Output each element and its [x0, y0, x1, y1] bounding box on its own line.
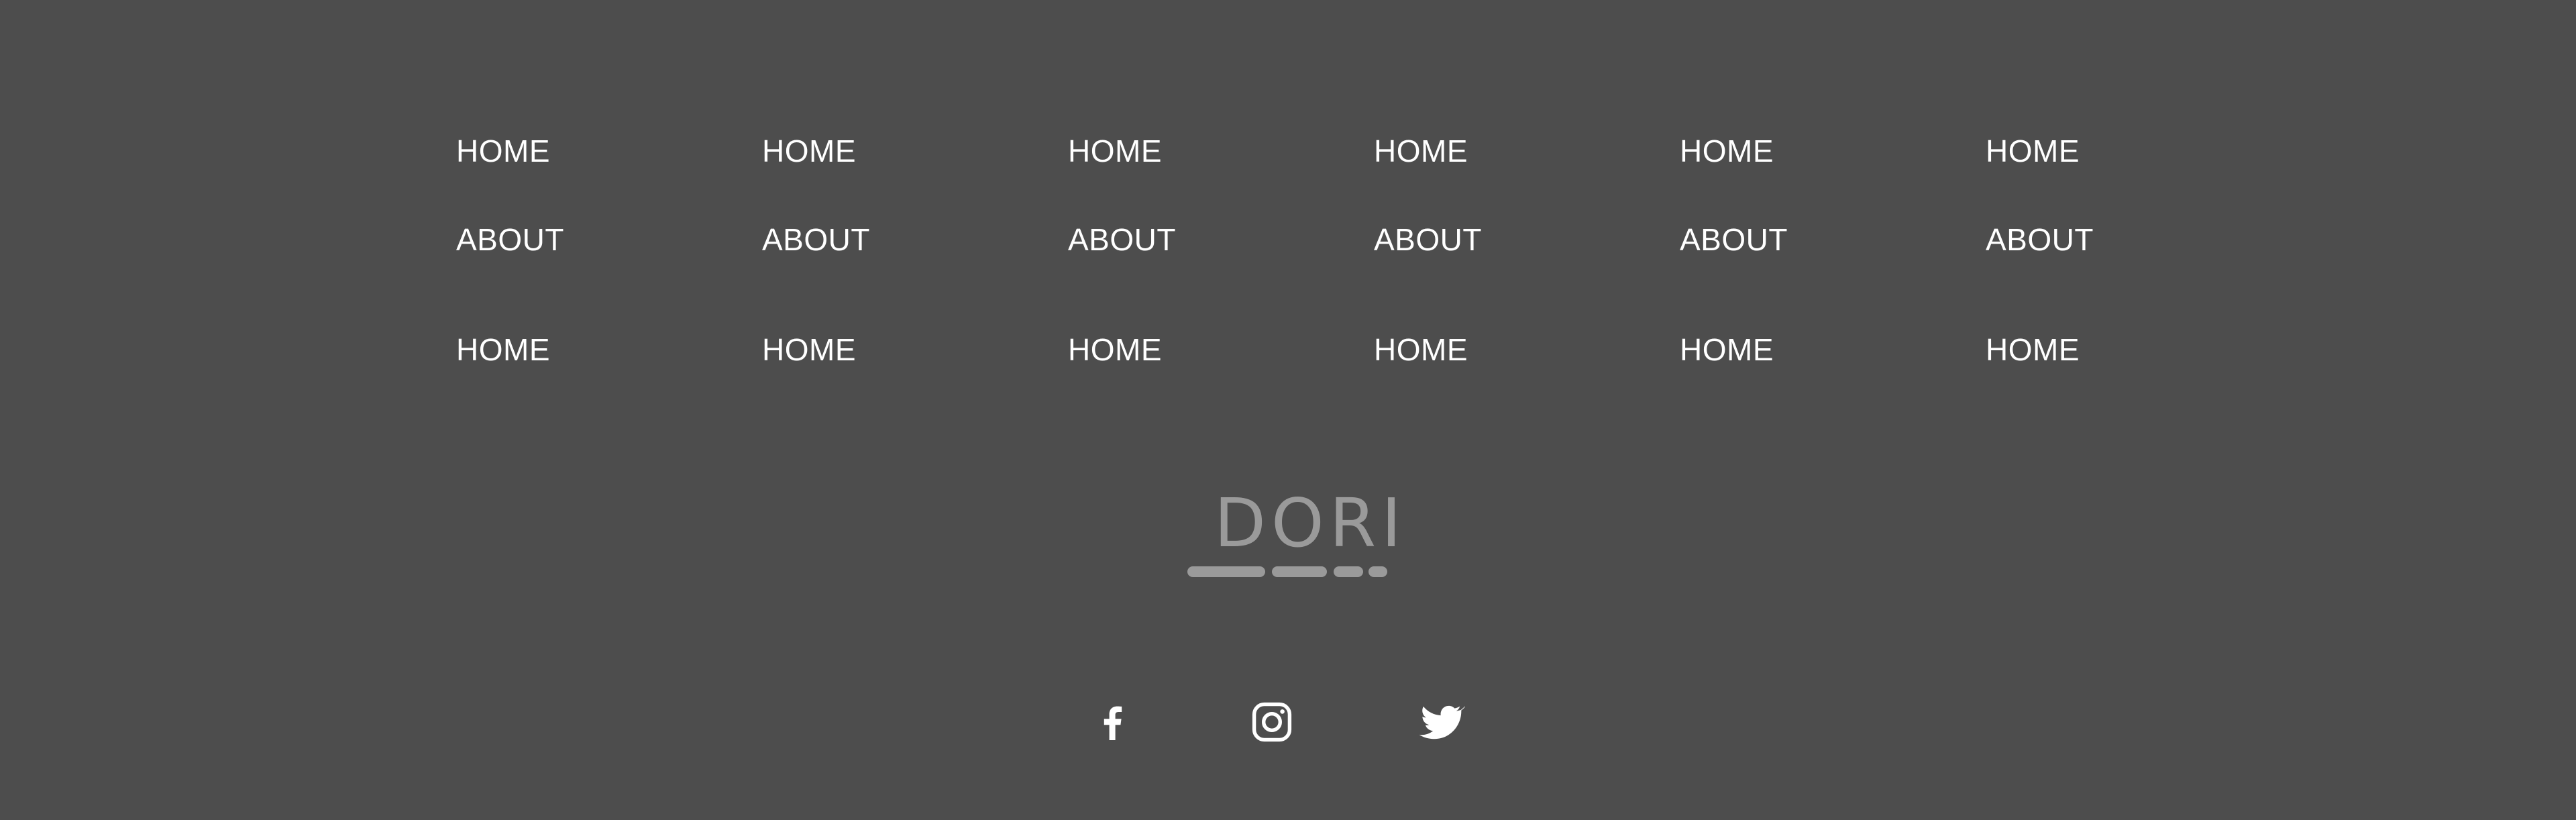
nav-link-home[interactable]: HOME — [1680, 136, 1774, 166]
nav-link-home[interactable]: HOME — [1986, 334, 2080, 365]
nav-link-about[interactable]: ABOUT — [1680, 224, 1788, 255]
nav-link-home[interactable]: HOME — [1068, 334, 1162, 365]
logo-underline-bars — [1187, 566, 1387, 577]
nav-link-home[interactable]: HOME — [1068, 136, 1162, 166]
social-links — [1087, 698, 1489, 752]
nav-link-about[interactable]: ABOUT — [1068, 224, 1176, 255]
nav-column-4: HOME ABOUT HOME — [1374, 0, 1642, 403]
nav-link-about[interactable]: ABOUT — [456, 224, 564, 255]
nav-column-3: HOME ABOUT HOME — [1068, 0, 1336, 403]
nav-link-about[interactable]: ABOUT — [1986, 224, 2094, 255]
nav-column-1: HOME ABOUT HOME — [456, 0, 724, 403]
nav-link-home[interactable]: HOME — [456, 334, 550, 365]
nav-column-6: HOME ABOUT HOME — [1986, 0, 2254, 403]
site-footer: HOME ABOUT HOME HOME ABOUT HOME HOME ABO… — [0, 0, 2576, 820]
nav-link-home[interactable]: HOME — [456, 136, 550, 166]
nav-link-home[interactable]: HOME — [1374, 334, 1468, 365]
dori-logo[interactable]: DORI — [1181, 490, 1401, 584]
nav-column-5: HOME ABOUT HOME — [1680, 0, 1948, 403]
nav-link-home[interactable]: HOME — [1986, 136, 2080, 166]
nav-link-home[interactable]: HOME — [1374, 136, 1468, 166]
nav-column-2: HOME ABOUT HOME — [762, 0, 1030, 403]
twitter-icon[interactable] — [1417, 698, 1466, 746]
nav-link-home[interactable]: HOME — [762, 334, 856, 365]
facebook-icon[interactable] — [1087, 698, 1135, 746]
nav-link-about[interactable]: ABOUT — [1374, 224, 1482, 255]
nav-link-about[interactable]: ABOUT — [762, 224, 870, 255]
nav-link-home[interactable]: HOME — [1680, 334, 1774, 365]
footer-nav: HOME ABOUT HOME HOME ABOUT HOME HOME ABO… — [456, 0, 2294, 403]
logo-wordmark: DORI — [1214, 484, 1407, 562]
nav-link-home[interactable]: HOME — [762, 136, 856, 166]
instagram-icon[interactable] — [1248, 698, 1296, 746]
